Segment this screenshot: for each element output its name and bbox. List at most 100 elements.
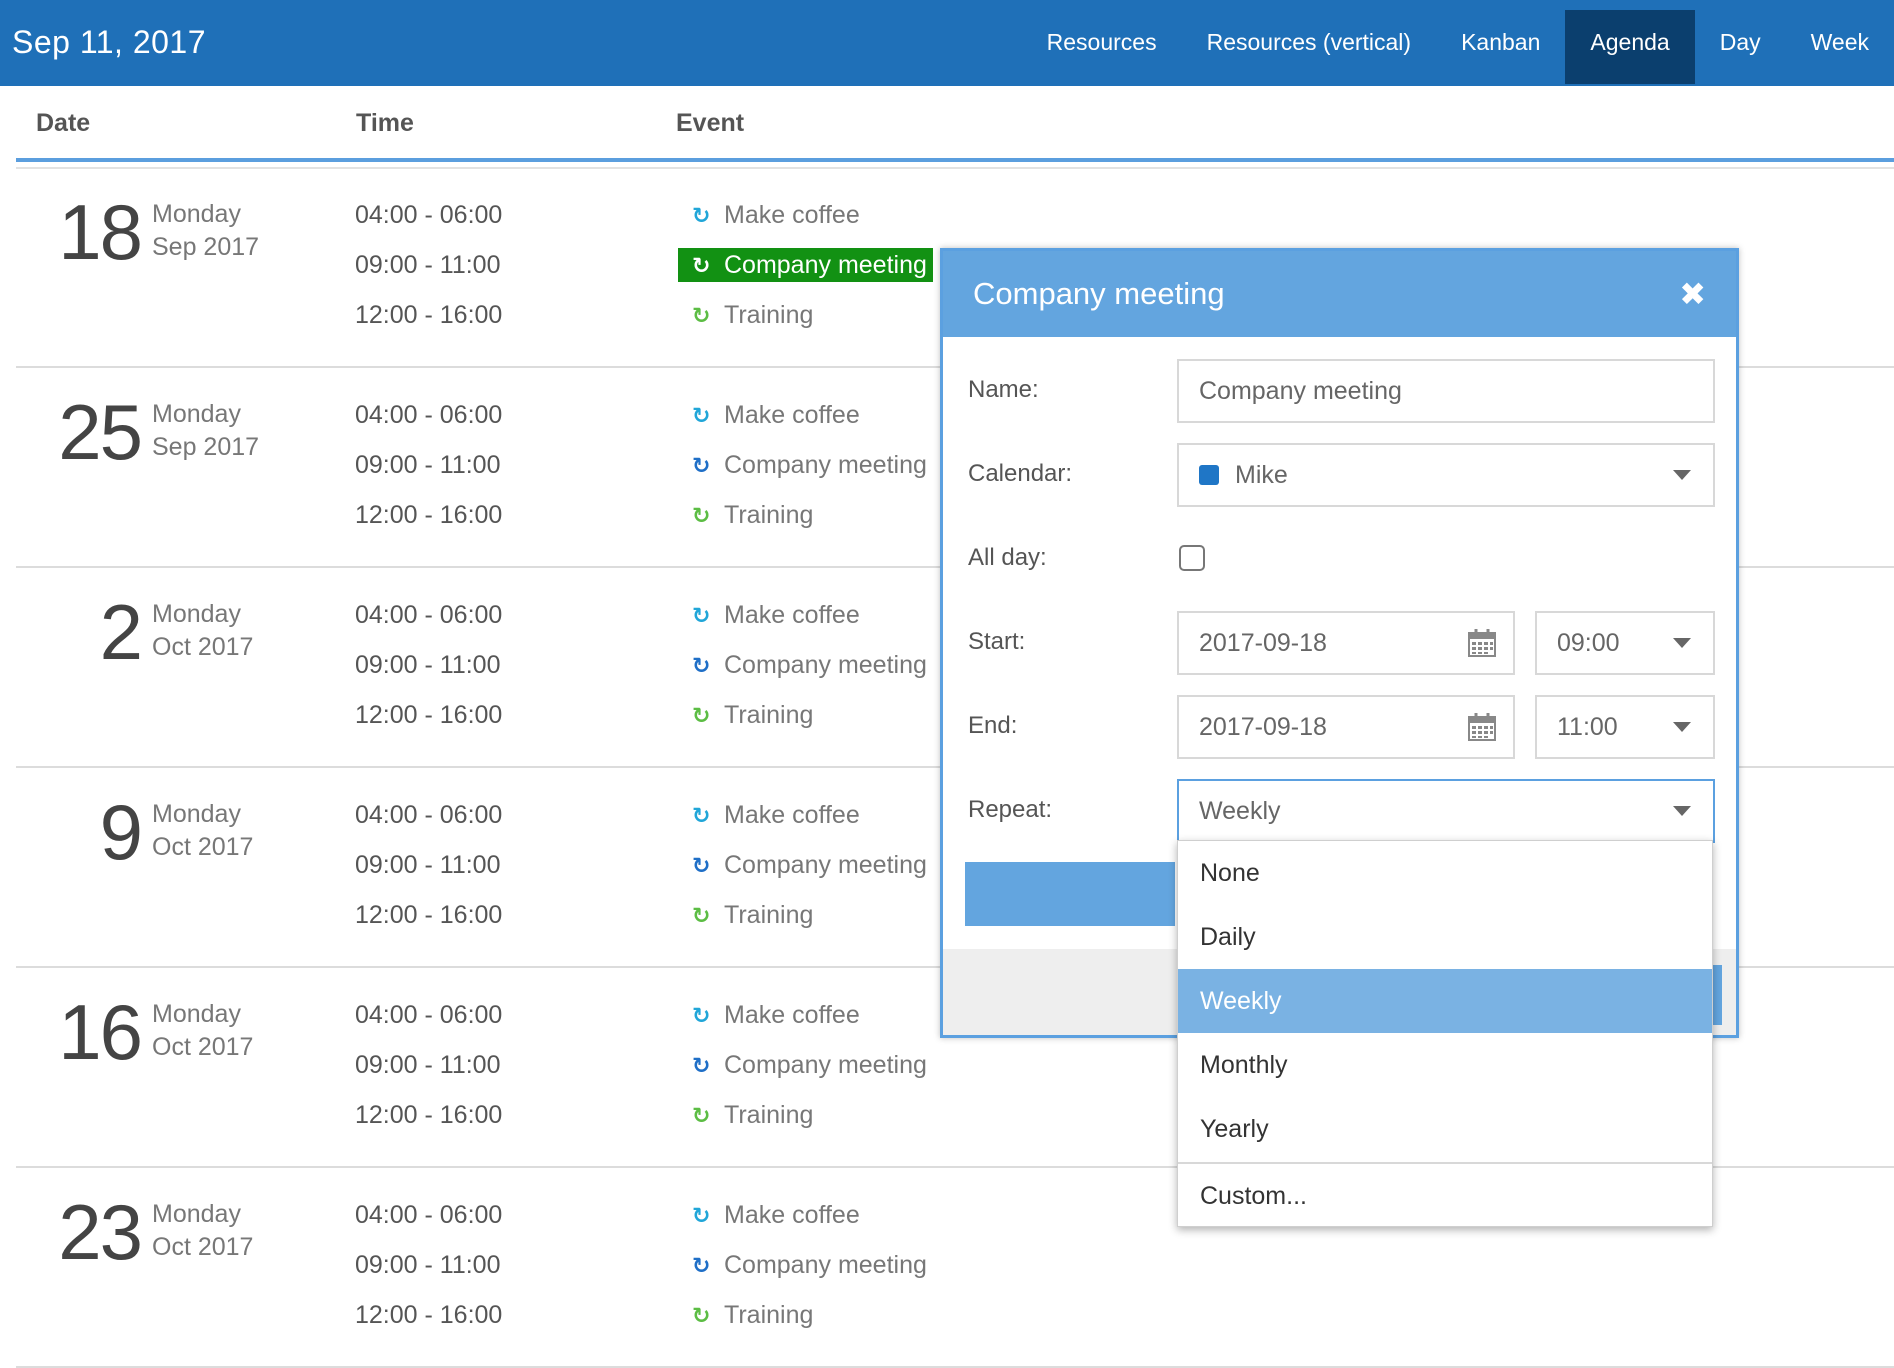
day-number: 2 bbox=[99, 588, 143, 676]
event-item[interactable]: ↻ Make coffee bbox=[678, 398, 866, 432]
recurring-icon: ↻ bbox=[692, 603, 711, 628]
day-number: 25 bbox=[58, 388, 143, 476]
event-time: 12:00 - 16:00 bbox=[355, 701, 503, 729]
event-title: Make coffee bbox=[724, 601, 860, 629]
event-time: 09:00 - 11:00 bbox=[355, 1051, 501, 1079]
recurring-icon: ↻ bbox=[692, 703, 711, 728]
event-item[interactable]: ↻ Company meeting bbox=[678, 1048, 933, 1082]
event-title: Training bbox=[724, 301, 814, 329]
event-title: Company meeting bbox=[724, 451, 927, 479]
recurring-icon: ↻ bbox=[692, 1103, 711, 1128]
day-weekday: Monday bbox=[152, 200, 241, 228]
repeat-label: Repeat: bbox=[968, 796, 1053, 823]
event-item-selected[interactable]: ↻ Company meeting bbox=[678, 248, 933, 282]
event-title: Company meeting bbox=[724, 851, 927, 879]
tab-agenda[interactable]: Agenda bbox=[1565, 10, 1695, 84]
start-time-select[interactable]: 09:00 bbox=[1535, 611, 1715, 675]
day-weekday: Monday bbox=[152, 1200, 241, 1228]
event-time: 09:00 - 11:00 bbox=[355, 251, 501, 279]
tab-resources-vertical[interactable]: Resources (vertical) bbox=[1182, 10, 1437, 84]
day-weekday: Monday bbox=[152, 800, 241, 828]
event-title: Make coffee bbox=[724, 1001, 860, 1029]
recurring-icon: ↻ bbox=[692, 1053, 711, 1078]
day-number: 18 bbox=[58, 188, 143, 276]
day-month: Oct 2017 bbox=[152, 633, 254, 661]
event-title: Company meeting bbox=[724, 251, 927, 279]
event-item[interactable]: ↻ Training bbox=[678, 298, 819, 332]
recurring-icon: ↻ bbox=[692, 453, 711, 478]
event-time: 09:00 - 11:00 bbox=[355, 651, 501, 679]
repeat-option-daily[interactable]: Daily bbox=[1178, 905, 1712, 969]
event-time: 04:00 - 06:00 bbox=[355, 1001, 503, 1029]
recurring-icon: ↻ bbox=[692, 1303, 711, 1328]
calendar-select[interactable]: Mike bbox=[1177, 443, 1715, 507]
event-item[interactable]: ↻ Make coffee bbox=[678, 198, 866, 232]
calendar-icon[interactable] bbox=[1467, 628, 1497, 658]
event-item[interactable]: ↻ Make coffee bbox=[678, 1198, 866, 1232]
event-item[interactable]: ↻ Company meeting bbox=[678, 448, 933, 482]
event-item[interactable]: ↻ Training bbox=[678, 898, 819, 932]
event-time: 04:00 - 06:00 bbox=[355, 1201, 503, 1229]
agenda-table-header: Date Time Event bbox=[16, 86, 1894, 162]
event-item[interactable]: ↻ Company meeting bbox=[678, 848, 933, 882]
repeat-option-yearly[interactable]: Yearly bbox=[1178, 1097, 1712, 1161]
event-title: Training bbox=[724, 1101, 814, 1129]
repeat-option-monthly[interactable]: Monthly bbox=[1178, 1033, 1712, 1097]
start-date-value: 2017-09-18 bbox=[1199, 629, 1327, 657]
end-time-value: 11:00 bbox=[1557, 713, 1618, 741]
event-item[interactable]: ↻ Training bbox=[678, 1098, 819, 1132]
end-date-field[interactable]: 2017-09-18 bbox=[1177, 695, 1515, 759]
event-time: 12:00 - 16:00 bbox=[355, 1101, 503, 1129]
allday-checkbox[interactable] bbox=[1179, 545, 1205, 571]
day-month: Oct 2017 bbox=[152, 1033, 254, 1061]
repeat-option-custom[interactable]: Custom... bbox=[1178, 1164, 1712, 1228]
recurring-icon: ↻ bbox=[692, 903, 711, 928]
recurring-icon: ↻ bbox=[692, 1203, 711, 1228]
event-item[interactable]: ↻ Company meeting bbox=[678, 648, 933, 682]
tab-kanban[interactable]: Kanban bbox=[1436, 10, 1565, 84]
recurring-icon: ↻ bbox=[692, 303, 711, 328]
event-item[interactable]: ↻ Make coffee bbox=[678, 798, 866, 832]
event-item[interactable]: ↻ Make coffee bbox=[678, 598, 866, 632]
event-time: 12:00 - 16:00 bbox=[355, 1301, 503, 1329]
event-time: 09:00 - 11:00 bbox=[355, 1251, 501, 1279]
repeat-option-weekly[interactable]: Weekly bbox=[1178, 969, 1712, 1033]
event-time: 09:00 - 11:00 bbox=[355, 451, 501, 479]
event-item[interactable]: ↻ Training bbox=[678, 1298, 819, 1332]
event-item[interactable]: ↻ Company meeting bbox=[678, 1248, 933, 1282]
tab-day[interactable]: Day bbox=[1695, 10, 1786, 84]
repeat-select[interactable]: Weekly bbox=[1177, 779, 1715, 843]
save-button[interactable] bbox=[965, 862, 1175, 926]
event-time: 12:00 - 16:00 bbox=[355, 501, 503, 529]
day-number: 9 bbox=[99, 788, 143, 876]
day-month: Sep 2017 bbox=[152, 433, 260, 461]
repeat-option-none[interactable]: None bbox=[1178, 841, 1712, 905]
day-month: Oct 2017 bbox=[152, 1233, 254, 1261]
event-title: Company meeting bbox=[724, 1251, 927, 1279]
close-icon[interactable]: ✖ bbox=[1679, 251, 1706, 337]
tab-week[interactable]: Week bbox=[1786, 10, 1894, 84]
event-item[interactable]: ↻ Training bbox=[678, 498, 819, 532]
tab-resources[interactable]: Resources bbox=[1022, 10, 1182, 84]
calendar-label: Calendar: bbox=[968, 460, 1073, 487]
calendar-icon[interactable] bbox=[1467, 712, 1497, 742]
end-label: End: bbox=[968, 712, 1018, 739]
end-time-select[interactable]: 11:00 bbox=[1535, 695, 1715, 759]
day-weekday: Monday bbox=[152, 1000, 241, 1028]
event-item[interactable]: ↻ Training bbox=[678, 698, 819, 732]
recurring-icon: ↻ bbox=[692, 503, 711, 528]
dialog-header: Company meeting ✖ bbox=[943, 251, 1736, 337]
day-month: Oct 2017 bbox=[152, 833, 254, 861]
current-date: Sep 11, 2017 bbox=[12, 24, 207, 60]
dialog-title: Company meeting bbox=[973, 276, 1225, 311]
event-time: 04:00 - 06:00 bbox=[355, 801, 503, 829]
event-time: 04:00 - 06:00 bbox=[355, 401, 503, 429]
event-title: Make coffee bbox=[724, 401, 860, 429]
event-title: Training bbox=[724, 901, 814, 929]
start-date-field[interactable]: 2017-09-18 bbox=[1177, 611, 1515, 675]
day-weekday: Monday bbox=[152, 400, 241, 428]
event-item[interactable]: ↻ Make coffee bbox=[678, 998, 866, 1032]
name-field[interactable]: Company meeting bbox=[1177, 359, 1715, 423]
start-label: Start: bbox=[968, 628, 1026, 655]
event-title: Make coffee bbox=[724, 1201, 860, 1229]
